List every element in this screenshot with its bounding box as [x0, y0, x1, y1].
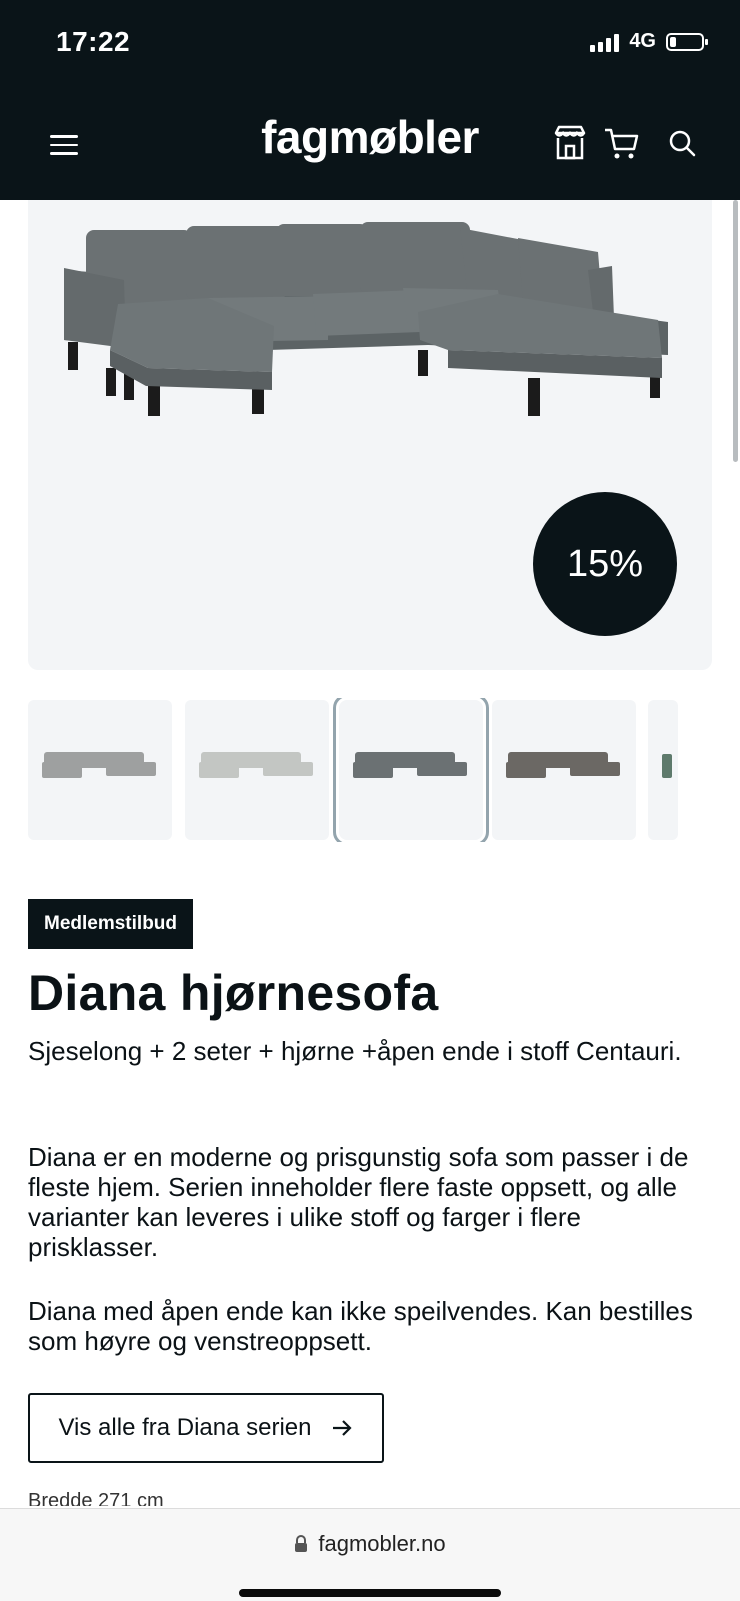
product-subtitle: Sjeselong + 2 seter + hjørne +åpen ende …: [28, 1036, 682, 1066]
spec-width-partial: Bredde 271 cm: [28, 1490, 164, 1506]
search-icon[interactable]: [663, 123, 703, 163]
sofa-thumb-graphic-4: [506, 752, 620, 778]
thumbnail-2[interactable]: [185, 700, 329, 840]
status-time: 17:22: [56, 26, 131, 57]
product-description-note: Diana med åpen ende kan ikke speilvendes…: [28, 1296, 693, 1356]
thumbnail-3-selected[interactable]: [333, 698, 489, 842]
discount-badge: 15%: [533, 492, 677, 636]
sofa-thumb-graphic-2: [199, 752, 313, 778]
sofa-thumb-graphic-3: [353, 752, 467, 778]
member-offer-badge: Medlemstilbud: [28, 899, 194, 949]
thumbnail-4[interactable]: [492, 700, 636, 840]
site-header: fagmøbler: [0, 90, 740, 200]
browser-url-bar[interactable]: fagmobler.no: [0, 1508, 740, 1601]
signal-icon: [590, 32, 620, 52]
thumbnail-1[interactable]: [28, 700, 172, 840]
store-icon[interactable]: [550, 123, 590, 163]
thumbnail-5-partial[interactable]: [648, 700, 678, 840]
page-scrollbar[interactable]: [733, 200, 738, 462]
product-title: Diana hjørnesofa: [28, 965, 439, 1021]
sofa-thumb-graphic-5: [662, 754, 672, 778]
arrow-right-icon: [332, 1420, 352, 1436]
view-series-label: Vis alle fra Diana serien: [58, 1414, 312, 1441]
view-series-button[interactable]: Vis alle fra Diana serien: [28, 1393, 384, 1463]
battery-icon: [666, 32, 708, 51]
lock-icon: [295, 1535, 308, 1552]
status-indicators: 4G: [590, 30, 708, 53]
product-description: Diana er en moderne og prisgunstig sofa …: [28, 1142, 689, 1262]
url-text[interactable]: fagmobler.no: [318, 1531, 445, 1557]
status-bar: 17:22 4G: [0, 0, 740, 90]
thumbnail-strip: [28, 698, 712, 842]
home-indicator[interactable]: [239, 1589, 501, 1597]
cart-icon[interactable]: [602, 123, 642, 163]
sofa-thumb-graphic-1: [42, 752, 156, 778]
network-type: 4G: [629, 30, 656, 52]
